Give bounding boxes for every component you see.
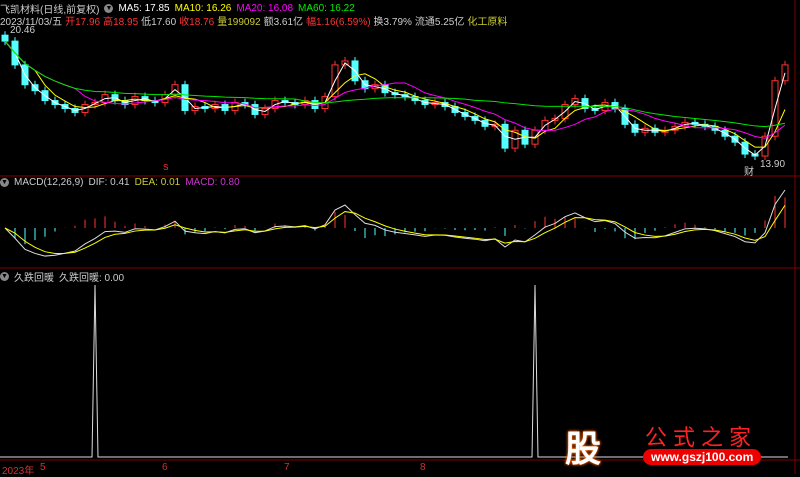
dif-line <box>4 189 786 257</box>
macd-header: ▼ MACD(12,26,9) DIF: 0.41 DEA: 0.01 MACD… <box>0 177 240 188</box>
axis-month: 8 <box>420 462 426 473</box>
finance-marker[interactable]: 财 <box>744 163 754 178</box>
indicator-title: 久跌回暖 <box>14 273 54 284</box>
logo-url: www.gszj100.com <box>643 449 762 465</box>
chart-canvas[interactable] <box>0 0 800 474</box>
axis-month: 6 <box>162 462 168 473</box>
logo-text: 公式之家 <box>645 425 758 450</box>
indicator-header: ▼ 久跌回暖 久跌回暖: 0.00 <box>0 269 124 284</box>
axis-month: 5 <box>40 462 46 473</box>
dea-line <box>4 205 786 254</box>
max-price-label: 20.46 <box>10 25 36 36</box>
signal-s-marker: S <box>163 163 169 172</box>
axis-year: 2023年 <box>2 466 35 477</box>
chevron-down-icon[interactable]: ▼ <box>0 272 9 281</box>
axis-month: 7 <box>284 462 290 473</box>
indicator-value: 久跌回暖: 0.00 <box>59 273 125 284</box>
macd-title: MACD(12,26,9) <box>14 177 84 188</box>
ma60-line <box>4 40 786 128</box>
min-price-label: 13.90 <box>760 159 786 170</box>
dif-value: DIF: 0.41 <box>88 177 130 188</box>
logo-char: 股 <box>565 428 602 469</box>
candle <box>781 64 789 82</box>
candle <box>1 34 9 42</box>
chevron-down-icon[interactable]: ▼ <box>0 178 9 187</box>
macd-value: MACD: 0.80 <box>185 177 240 188</box>
dea-value: DEA: 0.01 <box>134 177 181 188</box>
watermark-logo: 股 公式之家 www.gszj100.com <box>555 418 775 470</box>
